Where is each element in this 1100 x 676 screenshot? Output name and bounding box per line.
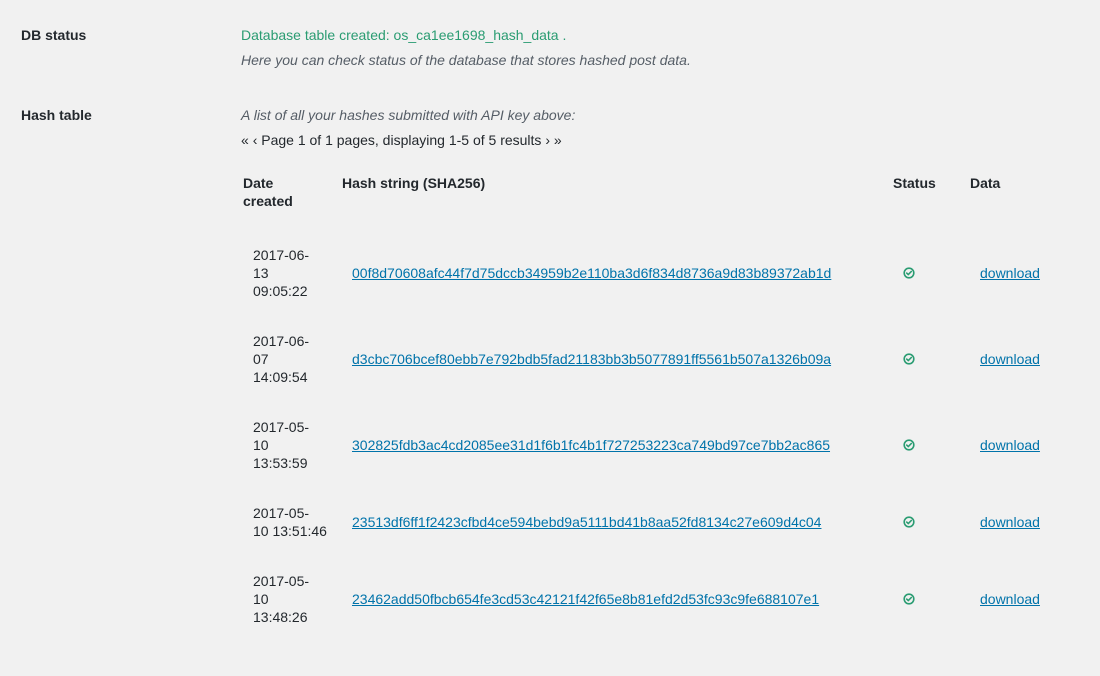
date-cell: 2017-06- 07 14:09:54 xyxy=(253,332,333,386)
db-status-description: Here you can check status of the databas… xyxy=(241,52,691,68)
hash-link[interactable]: 302825fdb3ac4cd2085ee31d1f6b1fc4b1f72725… xyxy=(352,436,830,454)
db-status-label: DB status xyxy=(21,27,87,43)
hash-link[interactable]: 23462add50fbcb654fe3cd53c42121f42f65e8b8… xyxy=(352,590,819,608)
column-header-hash: Hash string (SHA256) xyxy=(342,175,486,191)
pagination-first-link[interactable]: « xyxy=(241,132,249,148)
date-line: 10 xyxy=(253,591,269,607)
hash-link[interactable]: d3cbc706bcef80ebb7e792bdb5fad21183bb3b50… xyxy=(352,350,831,368)
pagination-text: Page 1 of 1 pages, displaying 1-5 of 5 r… xyxy=(261,132,542,148)
pagination-last-link[interactable]: » xyxy=(554,132,562,148)
pagination-next-link[interactable]: › xyxy=(545,132,550,148)
db-created-suffix: . xyxy=(558,27,567,43)
download-link[interactable]: download xyxy=(980,350,1040,368)
date-line: 14:09:54 xyxy=(253,369,308,385)
pagination-prev-link[interactable]: ‹ xyxy=(253,132,258,148)
pagination: « ‹ Page 1 of 1 pages, displaying 1-5 of… xyxy=(241,132,562,148)
date-line: 13 xyxy=(253,265,269,281)
column-header-data: Data xyxy=(970,175,1001,191)
column-header-date: Date created xyxy=(243,175,293,209)
date-cell: 2017-05- 10 13:48:26 xyxy=(253,572,333,626)
date-line: 2017-05- xyxy=(253,505,310,521)
hash-link[interactable]: 23513df6ff1f2423cfbd4ce594bebd9a5111bd41… xyxy=(352,513,821,531)
check-circle-icon xyxy=(903,593,915,605)
date-cell: 2017-05- 10 13:53:59 xyxy=(253,418,333,472)
date-line: 2017-05- xyxy=(253,573,310,589)
date-line: 13:53:59 xyxy=(253,455,308,471)
check-circle-icon xyxy=(903,353,915,365)
date-line: 07 xyxy=(253,351,269,367)
hash-table-label: Hash table xyxy=(21,107,92,123)
check-circle-icon xyxy=(903,516,915,528)
date-line: 09:05:22 xyxy=(253,283,308,299)
column-header-status: Status xyxy=(893,175,936,191)
date-line: 10 13:51:46 xyxy=(253,523,327,539)
date-cell: 2017-06- 13 09:05:22 xyxy=(253,246,333,300)
download-link[interactable]: download xyxy=(980,436,1040,454)
db-created-text: Database table created: os_ca1ee1698_has… xyxy=(241,27,559,43)
date-line: 13:48:26 xyxy=(253,609,308,625)
date-line: 2017-06- xyxy=(253,247,310,263)
db-created-message: Database table created: os_ca1ee1698_has… xyxy=(241,27,566,43)
hash-table-description: A list of all your hashes submitted with… xyxy=(241,107,576,123)
date-line: 2017-06- xyxy=(253,333,310,349)
date-cell: 2017-05- 10 13:51:46 xyxy=(253,504,333,540)
download-link[interactable]: download xyxy=(980,590,1040,608)
download-link[interactable]: download xyxy=(980,264,1040,282)
download-link[interactable]: download xyxy=(980,513,1040,531)
check-circle-icon xyxy=(903,267,915,279)
hash-link[interactable]: 00f8d70608afc44f7d75dccb34959b2e110ba3d6… xyxy=(352,264,831,282)
date-line: 2017-05- xyxy=(253,419,310,435)
date-line: 10 xyxy=(253,437,269,453)
check-circle-icon xyxy=(903,439,915,451)
